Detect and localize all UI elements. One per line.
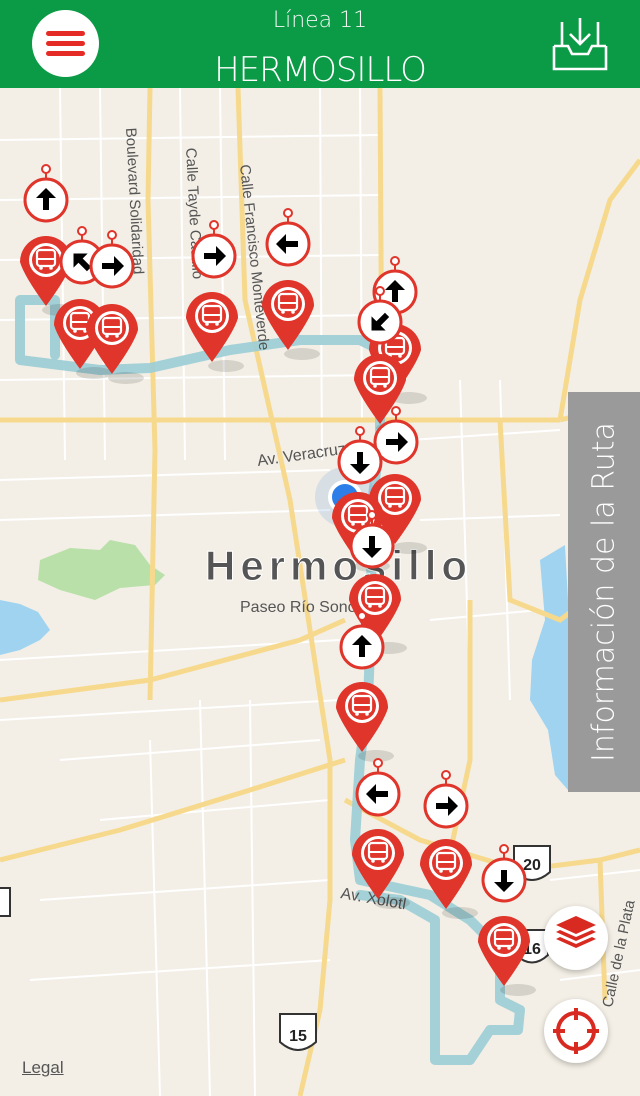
highway-shield-15: 15 <box>279 1013 317 1051</box>
legal-link[interactable]: Legal <box>22 1058 64 1078</box>
inbox-download-icon[interactable] <box>550 14 610 74</box>
route-info-label: Información de la Ruta <box>586 422 622 762</box>
page-title: HERMOSILLO <box>214 50 427 90</box>
route-info-tab[interactable]: Información de la Ruta <box>568 392 640 792</box>
app-header: Línea 11 HERMOSILLO <box>0 0 640 90</box>
hamburger-bar <box>46 41 85 46</box>
city-label: Hermosillo <box>205 542 472 589</box>
crosshair-locate-icon <box>553 1008 599 1054</box>
layers-icon <box>556 916 596 948</box>
layers-button[interactable] <box>544 906 608 970</box>
locate-button[interactable] <box>544 999 608 1063</box>
svg-text:20: 20 <box>523 857 541 874</box>
svg-text:15: 15 <box>289 1028 307 1045</box>
route-subtitle: Línea 11 <box>272 8 368 33</box>
